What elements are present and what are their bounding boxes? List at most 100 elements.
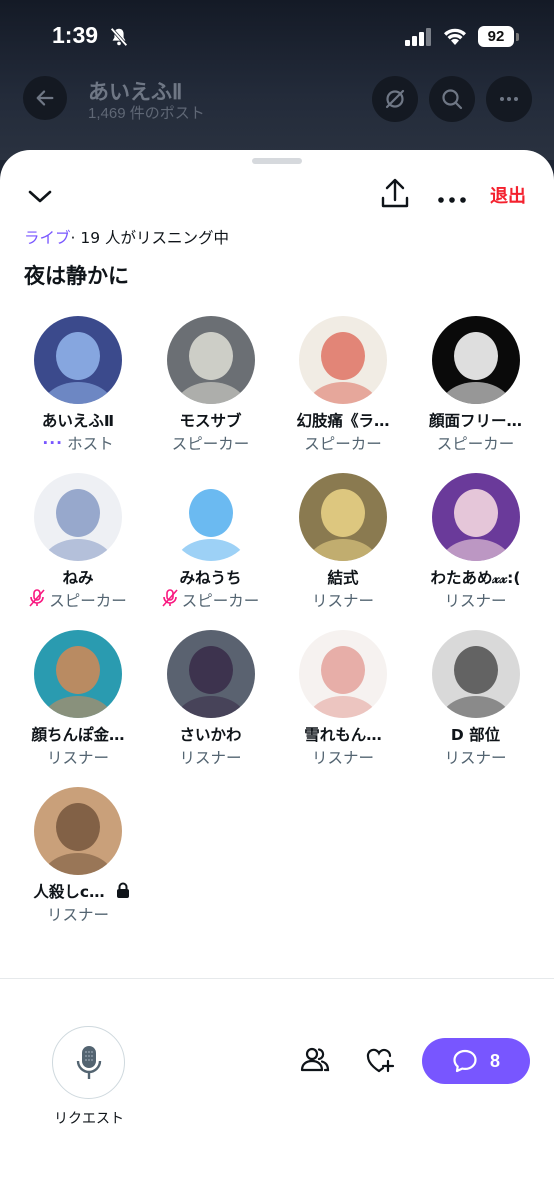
mic-muted-icon xyxy=(29,589,45,611)
participant-name: モスサブ xyxy=(179,412,242,430)
role-label: スピーカー xyxy=(49,592,127,610)
participant-role: リスナー xyxy=(145,746,277,768)
avatar[interactable] xyxy=(34,316,122,404)
chat-bubble-icon xyxy=(453,1049,477,1073)
participant-role: スピーカー xyxy=(145,432,277,454)
back-button[interactable] xyxy=(23,76,67,120)
leave-button[interactable]: 退出 xyxy=(490,182,526,208)
role-label: スピーカー xyxy=(304,435,382,453)
participant-role: スピーカー xyxy=(277,432,409,454)
footer-divider xyxy=(0,978,554,979)
participant-name: 幻肢痛《ラ… xyxy=(296,412,390,430)
minimize-button[interactable] xyxy=(26,184,54,212)
comments-button[interactable]: 8 xyxy=(422,1038,530,1084)
participant-card[interactable]: わたあめ𝓍𝓍:( リスナー xyxy=(410,473,542,623)
participant-card[interactable]: 顔面フリー… スピーカー xyxy=(410,316,542,466)
role-label: リスナー xyxy=(444,749,507,767)
avatar[interactable] xyxy=(166,630,255,718)
listener-count: · 19 人がリスニング中 xyxy=(70,229,230,247)
space-sheet: 退出 ライブ· 19 人がリスニング中 夜は静かに あいえふⅡ ··· ホスト モスサ… xyxy=(0,150,554,1200)
participant-name: D 部位 xyxy=(450,726,501,744)
sheet-grabber[interactable] xyxy=(252,158,302,164)
avatar[interactable] xyxy=(431,473,520,561)
listening-status: ライブ· 19 人がリスニング中 xyxy=(24,226,229,248)
participant-name: 雪れもん… xyxy=(304,726,382,744)
participant-name: あいえふⅡ xyxy=(41,412,115,430)
avatar[interactable] xyxy=(299,473,387,561)
participant-card[interactable]: 幻肢痛《ラ… スピーカー xyxy=(277,316,409,466)
role-label: リスナー xyxy=(46,749,109,767)
participant-name: ねみ xyxy=(62,569,94,587)
participant-card[interactable]: 結式 リスナー xyxy=(277,473,409,623)
participant-card[interactable]: モスサブ スピーカー xyxy=(145,316,277,466)
participant-card[interactable]: 顔ちんぽ金… リスナー xyxy=(12,630,144,780)
avatar[interactable] xyxy=(431,316,520,404)
react-button[interactable] xyxy=(365,1046,395,1078)
role-label: スピーカー xyxy=(171,435,250,453)
mic-muted-icon xyxy=(162,589,178,611)
live-label: ライブ xyxy=(24,229,71,247)
avatar[interactable] xyxy=(34,787,122,875)
speaking-indicator: ··· xyxy=(42,434,64,452)
battery-tip xyxy=(516,33,519,41)
people-icon xyxy=(300,1047,330,1072)
avatar[interactable] xyxy=(299,630,387,718)
participant-role: リスナー xyxy=(410,746,542,768)
participant-card[interactable]: D 部位リスナー xyxy=(410,630,542,780)
participant-role: スピーカー xyxy=(410,432,542,454)
avatar[interactable] xyxy=(431,630,520,718)
avatar[interactable] xyxy=(34,473,122,561)
role-label: リスナー xyxy=(444,592,507,610)
grok-button[interactable] xyxy=(372,76,418,122)
status-bar: 1:39 92 xyxy=(0,0,554,72)
participant-card[interactable]: 雪れもん… リスナー xyxy=(277,630,409,780)
heart-plus-icon xyxy=(366,1048,395,1073)
participant-card[interactable]: ねみスピーカー xyxy=(12,473,144,623)
participant-card[interactable]: 人殺しc… リスナー xyxy=(12,787,144,937)
share-icon xyxy=(381,178,409,208)
participant-name: 顔面フリー… xyxy=(428,412,522,430)
wifi-icon xyxy=(442,26,468,50)
role-label: リスナー xyxy=(179,749,242,767)
participant-card[interactable]: みねうち スピーカー xyxy=(145,473,277,623)
header-more-button[interactable] xyxy=(486,76,532,122)
bell-off-icon xyxy=(108,26,130,52)
role-label: スピーカー xyxy=(436,435,515,453)
avatar[interactable] xyxy=(34,630,122,718)
cellular-signal-icon xyxy=(405,28,433,50)
participants-button[interactable] xyxy=(300,1046,330,1078)
search-button[interactable] xyxy=(429,76,475,122)
share-button[interactable] xyxy=(380,178,410,214)
participant-role: スピーカー xyxy=(145,589,277,611)
request-label: リクエスト xyxy=(54,1111,124,1127)
lock-icon xyxy=(116,882,130,902)
avatar[interactable] xyxy=(166,473,255,561)
microphone-icon xyxy=(76,1045,101,1079)
participant-name: みねうち xyxy=(179,569,242,587)
more-horizontal-icon xyxy=(438,197,466,203)
more-button[interactable] xyxy=(437,190,467,209)
chevron-down-icon xyxy=(28,190,52,203)
participant-name: さいかわ xyxy=(179,726,242,744)
participant-role: ··· ホスト xyxy=(12,432,144,454)
role-label: ホスト xyxy=(67,435,114,453)
status-time: 1:39 xyxy=(52,22,99,48)
participant-role: リスナー xyxy=(277,746,409,768)
arrow-left-icon xyxy=(36,90,54,106)
participant-role: リスナー xyxy=(277,589,409,611)
more-horizontal-icon xyxy=(500,97,518,101)
role-label: リスナー xyxy=(311,749,374,767)
grok-icon xyxy=(385,89,405,109)
avatar[interactable] xyxy=(166,316,255,404)
participant-card[interactable]: さいかわ リスナー xyxy=(145,630,277,780)
role-label: リスナー xyxy=(46,906,109,924)
avatar[interactable] xyxy=(299,316,387,404)
participant-card[interactable]: あいえふⅡ ··· ホスト xyxy=(12,316,144,466)
participant-role: リスナー xyxy=(410,589,542,611)
request-mic-button[interactable] xyxy=(52,1026,125,1099)
search-icon xyxy=(442,89,463,110)
participant-role: リスナー xyxy=(12,903,144,925)
battery-indicator: 92 xyxy=(478,26,514,47)
space-title: 夜は静かに xyxy=(24,264,129,288)
participant-name: わたあめ𝓍𝓍:( xyxy=(430,569,521,587)
